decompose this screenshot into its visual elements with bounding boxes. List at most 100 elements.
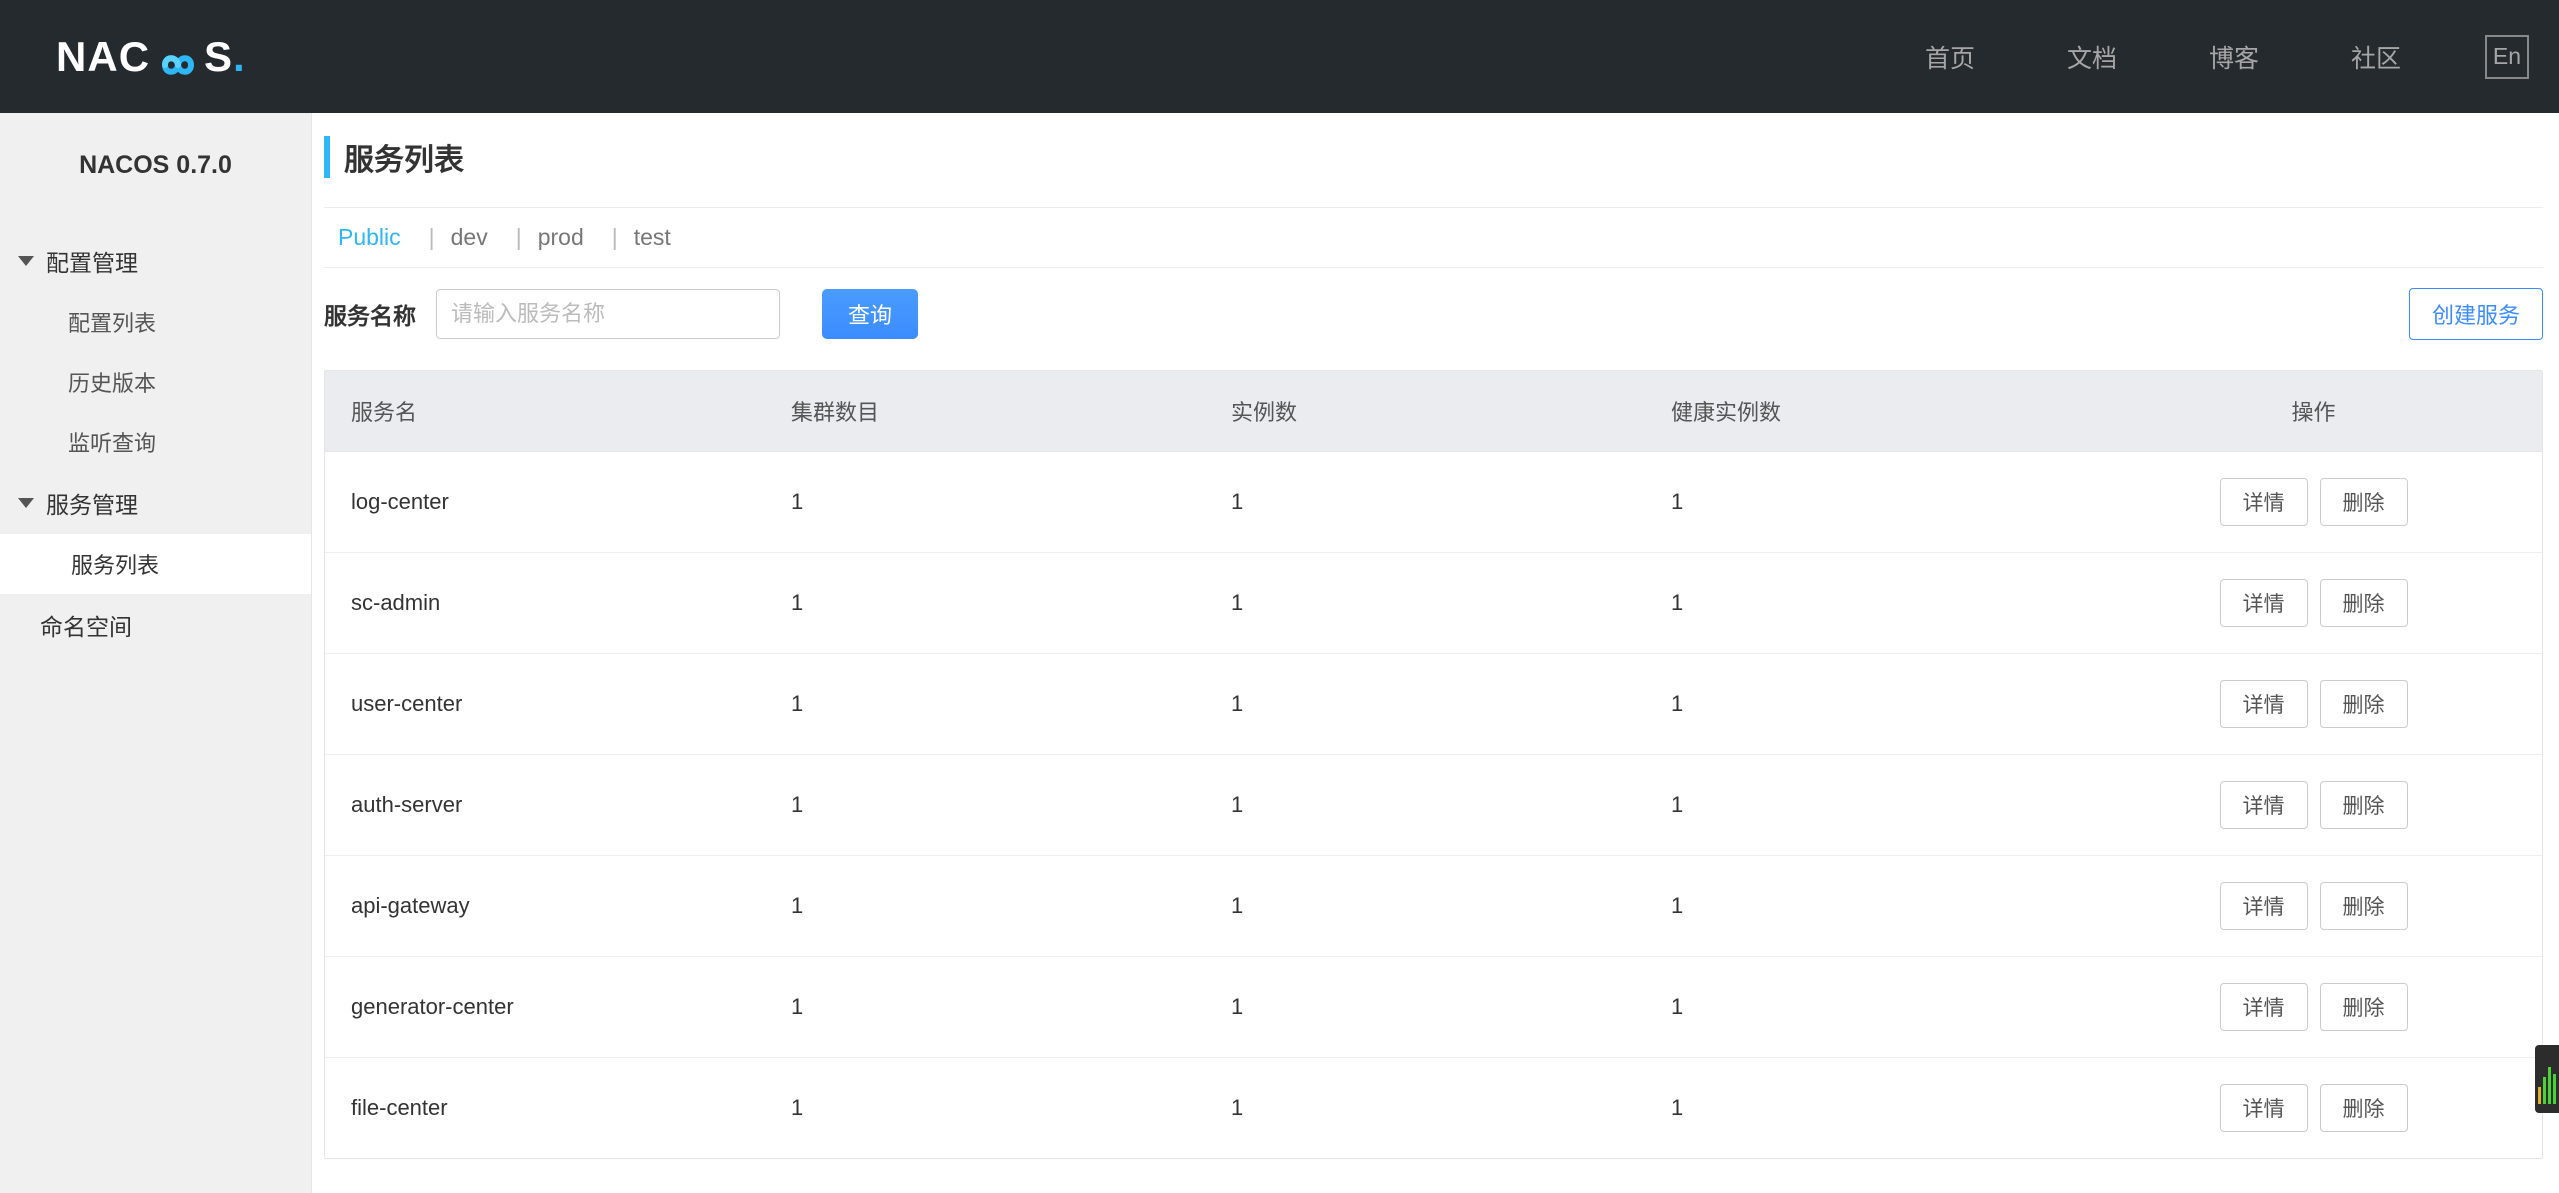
cell-cluster-count: 1 <box>765 553 1205 654</box>
cell-service-name: file-center <box>325 1058 765 1159</box>
table-header-row: 服务名 集群数目 实例数 健康实例数 操作 <box>325 371 2542 452</box>
col-cluster-count: 集群数目 <box>765 371 1205 452</box>
menu-item-service-list[interactable]: 服务列表 <box>0 534 311 594</box>
app-header: NAC S. 首页 文档 博客 社区 En <box>0 0 2559 113</box>
nav-blog[interactable]: 博客 <box>2209 39 2259 75</box>
cell-service-name: api-gateway <box>325 856 765 957</box>
divider: | <box>612 224 618 251</box>
cell-operations: 详情删除 <box>2085 654 2542 755</box>
infinity-icon <box>152 42 204 72</box>
cell-healthy-count: 1 <box>1645 1058 2085 1159</box>
sidebar: NACOS 0.7.0 配置管理 配置列表 历史版本 监听查询 服务管理 服务列… <box>0 113 312 1193</box>
nav-community[interactable]: 社区 <box>2351 39 2401 75</box>
cell-service-name: log-center <box>325 452 765 553</box>
cell-operations: 详情删除 <box>2085 452 2542 553</box>
delete-button[interactable]: 删除 <box>2320 882 2408 930</box>
detail-button[interactable]: 详情 <box>2220 983 2308 1031</box>
detail-button[interactable]: 详情 <box>2220 680 2308 728</box>
cell-cluster-count: 1 <box>765 452 1205 553</box>
cell-service-name: user-center <box>325 654 765 755</box>
detail-button[interactable]: 详情 <box>2220 579 2308 627</box>
table-row: api-gateway111详情删除 <box>325 856 2542 957</box>
nav-docs[interactable]: 文档 <box>2067 39 2117 75</box>
delete-button[interactable]: 删除 <box>2320 478 2408 526</box>
cell-cluster-count: 1 <box>765 755 1205 856</box>
nacos-logo: NAC S. <box>56 33 246 81</box>
app-version: NACOS 0.7.0 <box>0 151 311 180</box>
main-content: 服务列表 Public | dev | prod | test 服务名称 查询 … <box>312 113 2559 1193</box>
cell-operations: 详情删除 <box>2085 957 2542 1058</box>
ns-tab-public[interactable]: Public <box>338 224 401 251</box>
page-title-wrap: 服务列表 <box>324 135 2559 179</box>
detail-button[interactable]: 详情 <box>2220 478 2308 526</box>
cell-cluster-count: 1 <box>765 957 1205 1058</box>
perf-widget-icon[interactable] <box>2535 1045 2559 1113</box>
ns-tab-test[interactable]: test <box>634 224 671 251</box>
cell-instance-count: 1 <box>1205 755 1645 856</box>
table-row: auth-server111详情删除 <box>325 755 2542 856</box>
delete-button[interactable]: 删除 <box>2320 983 2408 1031</box>
col-operations: 操作 <box>2085 371 2542 452</box>
cell-service-name: generator-center <box>325 957 765 1058</box>
table-row: log-center111详情删除 <box>325 452 2542 553</box>
chevron-down-icon <box>18 256 34 266</box>
namespace-tabs: Public | dev | prod | test <box>324 207 2543 267</box>
menu-group-label: 服务管理 <box>46 486 138 520</box>
cell-instance-count: 1 <box>1205 553 1645 654</box>
menu-group-label: 配置管理 <box>46 244 138 278</box>
header-nav: 首页 文档 博客 社区 <box>1925 39 2401 75</box>
cell-instance-count: 1 <box>1205 452 1645 553</box>
ns-tab-dev[interactable]: dev <box>451 224 488 251</box>
detail-button[interactable]: 详情 <box>2220 781 2308 829</box>
cell-instance-count: 1 <box>1205 654 1645 755</box>
cell-instance-count: 1 <box>1205 957 1645 1058</box>
cell-healthy-count: 1 <box>1645 957 2085 1058</box>
cell-cluster-count: 1 <box>765 654 1205 755</box>
nav-home[interactable]: 首页 <box>1925 39 1975 75</box>
title-accent-bar <box>324 136 330 178</box>
divider: | <box>429 224 435 251</box>
cell-healthy-count: 1 <box>1645 452 2085 553</box>
col-service-name: 服务名 <box>325 371 765 452</box>
table-row: generator-center111详情删除 <box>325 957 2542 1058</box>
menu-item-listen-query[interactable]: 监听查询 <box>0 412 311 472</box>
delete-button[interactable]: 删除 <box>2320 680 2408 728</box>
page-title: 服务列表 <box>344 135 464 179</box>
table-row: user-center111详情删除 <box>325 654 2542 755</box>
delete-button[interactable]: 删除 <box>2320 1084 2408 1132</box>
create-service-button[interactable]: 创建服务 <box>2409 288 2543 340</box>
cell-operations: 详情删除 <box>2085 1058 2542 1159</box>
detail-button[interactable]: 详情 <box>2220 882 2308 930</box>
delete-button[interactable]: 删除 <box>2320 781 2408 829</box>
cell-cluster-count: 1 <box>765 1058 1205 1159</box>
cell-healthy-count: 1 <box>1645 654 2085 755</box>
detail-button[interactable]: 详情 <box>2220 1084 2308 1132</box>
cell-operations: 详情删除 <box>2085 755 2542 856</box>
col-healthy-count: 健康实例数 <box>1645 371 2085 452</box>
search-button[interactable]: 查询 <box>822 289 918 339</box>
cell-instance-count: 1 <box>1205 1058 1645 1159</box>
service-name-input[interactable] <box>436 289 780 339</box>
search-label: 服务名称 <box>324 297 416 331</box>
cell-instance-count: 1 <box>1205 856 1645 957</box>
language-toggle[interactable]: En <box>2485 35 2529 79</box>
menu-item-namespace[interactable]: 命名空间 <box>0 594 311 656</box>
service-table: 服务名 集群数目 实例数 健康实例数 操作 log-center111详情删除s… <box>324 370 2543 1159</box>
col-instance-count: 实例数 <box>1205 371 1645 452</box>
cell-healthy-count: 1 <box>1645 553 2085 654</box>
cell-healthy-count: 1 <box>1645 755 2085 856</box>
cell-healthy-count: 1 <box>1645 856 2085 957</box>
search-bar: 服务名称 查询 创建服务 <box>324 288 2543 340</box>
cell-operations: 详情删除 <box>2085 553 2542 654</box>
ns-tab-prod[interactable]: prod <box>538 224 584 251</box>
table-row: sc-admin111详情删除 <box>325 553 2542 654</box>
menu-group-service[interactable]: 服务管理 <box>0 472 311 534</box>
cell-service-name: sc-admin <box>325 553 765 654</box>
chevron-down-icon <box>18 498 34 508</box>
delete-button[interactable]: 删除 <box>2320 579 2408 627</box>
menu-item-history-version[interactable]: 历史版本 <box>0 352 311 412</box>
divider: | <box>516 224 522 251</box>
menu-group-config[interactable]: 配置管理 <box>0 230 311 292</box>
menu-item-config-list[interactable]: 配置列表 <box>0 292 311 352</box>
table-row: file-center111详情删除 <box>325 1058 2542 1159</box>
